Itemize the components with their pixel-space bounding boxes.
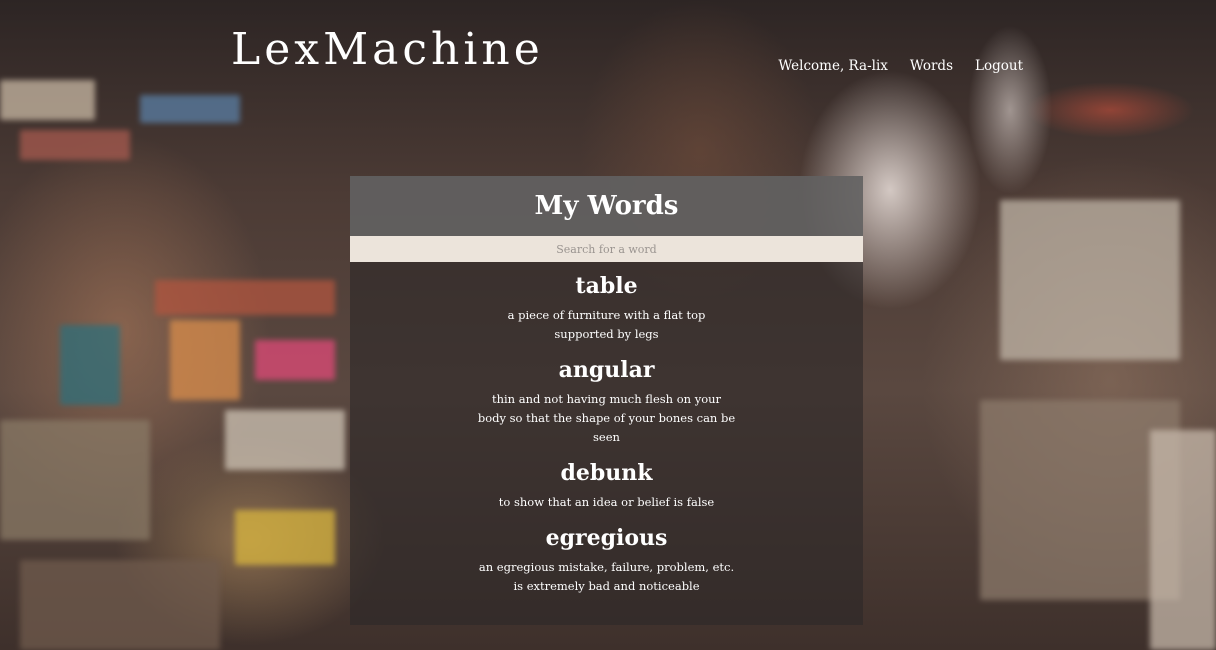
word-item: egregious an egregious mistake, failure,… <box>350 524 863 596</box>
top-nav: Welcome, Ra-lix Words Logout <box>778 58 1023 74</box>
word-item: angular thin and not having much flesh o… <box>350 356 863 447</box>
word-title[interactable]: debunk <box>350 459 863 487</box>
nav-welcome-link[interactable]: Welcome, Ra-lix <box>778 58 887 74</box>
page-title: My Words <box>534 191 679 221</box>
word-item: debunk to show that an idea or belief is… <box>350 459 863 512</box>
my-words-panel: My Words table a piece of furniture with… <box>350 176 863 625</box>
word-title[interactable]: egregious <box>350 524 863 552</box>
nav-logout-link[interactable]: Logout <box>975 58 1023 74</box>
nav-words-link[interactable]: Words <box>910 58 953 74</box>
word-definition: thin and not having much flesh on your b… <box>477 392 736 444</box>
word-list: table a piece of furniture with a flat t… <box>350 262 863 596</box>
brand-logo[interactable]: LexMachine <box>231 24 544 75</box>
word-title[interactable]: angular <box>350 356 863 384</box>
word-definition: an egregious mistake, failure, problem, … <box>478 560 735 593</box>
word-definition: to show that an idea or belief is false <box>498 495 715 509</box>
word-title[interactable]: table <box>350 272 863 300</box>
word-item: table a piece of furniture with a flat t… <box>350 272 863 344</box>
word-definition: a piece of furniture with a flat top sup… <box>507 308 706 341</box>
search-input[interactable] <box>350 236 863 262</box>
panel-header: My Words <box>350 176 863 236</box>
